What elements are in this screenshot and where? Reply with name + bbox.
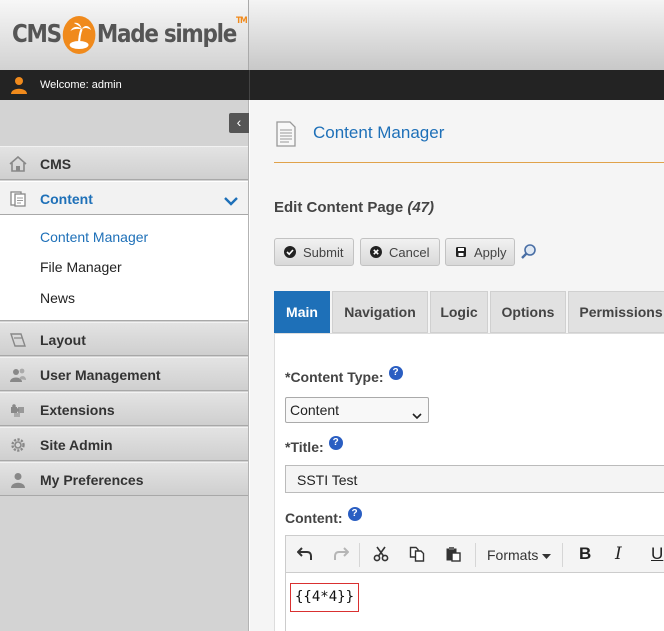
cancel-circle-icon: [370, 246, 382, 258]
submenu-item-content-manager[interactable]: Content Manager: [40, 229, 148, 245]
sidebar-item-extensions[interactable]: Extensions: [0, 392, 248, 426]
preview-search-icon[interactable]: [520, 243, 538, 266]
submit-label: Submit: [303, 244, 344, 260]
toolbar-separator: [562, 543, 563, 567]
edit-page-title: Edit Content Page (47): [274, 199, 434, 216]
sidebar-item-label: Extensions: [40, 402, 115, 418]
bold-button[interactable]: B: [579, 544, 591, 564]
formats-dropdown[interactable]: Formats: [487, 547, 552, 563]
paste-icon[interactable]: [444, 545, 462, 563]
sidebar-item-content[interactable]: Content: [0, 181, 248, 215]
users-icon: [9, 367, 27, 383]
content-id: (47): [407, 199, 435, 216]
sidebar-item-layout[interactable]: Layout: [0, 322, 248, 356]
redo-icon[interactable]: [332, 545, 350, 563]
tab-main[interactable]: Main: [274, 291, 330, 333]
sidebar-item-label: Layout: [40, 332, 86, 348]
content-label-text: Content:: [285, 510, 343, 526]
editor-body[interactable]: {{4*4}}: [286, 573, 664, 631]
island-icon: [62, 16, 96, 54]
submit-button[interactable]: Submit: [274, 238, 354, 266]
content-tabs: Main Navigation Logic Options Permission…: [274, 291, 664, 333]
user-icon: [10, 76, 28, 99]
puzzle-icon: [9, 402, 27, 418]
sidebar-item-label: User Management: [40, 367, 161, 383]
submenu-item-file-manager[interactable]: File Manager: [40, 259, 122, 275]
cancel-button[interactable]: Cancel: [360, 238, 440, 266]
title-input[interactable]: SSTI Test: [285, 465, 664, 493]
cut-icon[interactable]: [372, 545, 390, 563]
sidebar-item-label: CMS: [40, 156, 72, 172]
editor-toolbar: Formats B I U: [286, 536, 664, 573]
main-content: Content Manager Edit Content Page (47) S…: [250, 100, 664, 631]
content-editor: Formats B I U {{4*4}}: [285, 535, 664, 631]
logo-text-right: Made simple: [96, 19, 237, 48]
tab-options[interactable]: Options: [490, 291, 566, 333]
welcome-bar: Welcome: admin: [0, 70, 664, 100]
content-submenu: Content Manager File Manager News: [0, 215, 248, 321]
save-icon: [455, 246, 467, 258]
user-icon: [9, 472, 27, 488]
edit-title-text: Edit Content Page: [274, 199, 404, 216]
tab-permissions[interactable]: Permissions: [568, 291, 664, 333]
sidebar-item-user-management[interactable]: User Management: [0, 357, 248, 391]
logo-area: CMS Made simpleTM: [0, 0, 249, 70]
tab-logic[interactable]: Logic: [430, 291, 488, 333]
logo-text-left: CMS: [12, 19, 62, 48]
sidebar-item-cms[interactable]: CMS: [0, 146, 248, 180]
help-icon[interactable]: ?: [328, 436, 343, 450]
sidebar-item-label: Content: [40, 191, 93, 207]
title-label-text: *Title:: [285, 439, 324, 455]
chevron-down-icon: [224, 193, 238, 211]
content-label: Content:?: [285, 507, 362, 526]
logo-text: CMS Made simpleTM: [12, 16, 248, 54]
check-circle-icon: [284, 246, 296, 258]
toolbar-separator: [475, 543, 476, 567]
trademark: TM: [236, 16, 248, 26]
welcome-text: Welcome: admin: [40, 79, 122, 91]
heading-divider: [274, 162, 664, 163]
tab-navigation[interactable]: Navigation: [332, 291, 428, 333]
apply-button[interactable]: Apply: [445, 238, 515, 266]
sidebar-item-label: Site Admin: [40, 437, 113, 453]
main-tab-panel: *Content Type:? Content *Title:? SSTI Te…: [274, 333, 664, 631]
sidebar-item-site-admin[interactable]: Site Admin: [0, 427, 248, 461]
copy-icon[interactable]: [408, 545, 426, 563]
content-type-label-text: *Content Type:: [285, 369, 384, 385]
content-type-label: *Content Type:?: [285, 366, 403, 385]
document-icon: [275, 121, 297, 152]
page-title: Content Manager: [313, 123, 445, 142]
caret-down-icon: [542, 554, 552, 559]
highlighted-template-expression: {{4*4}}: [290, 583, 360, 612]
cms-made-simple-logo[interactable]: CMS Made simpleTM: [12, 12, 285, 58]
formats-label: Formats: [487, 547, 539, 563]
chevron-down-icon: [412, 407, 422, 423]
sidebar-item-my-preferences[interactable]: My Preferences: [0, 462, 248, 496]
underline-button[interactable]: U: [651, 544, 663, 564]
undo-icon[interactable]: [296, 545, 314, 563]
cancel-label: Cancel: [389, 244, 430, 260]
header: CMS Made simpleTM: [0, 0, 664, 70]
help-icon[interactable]: ?: [388, 366, 403, 380]
submenu-item-news[interactable]: News: [40, 290, 75, 306]
content-type-select[interactable]: Content: [285, 397, 429, 423]
gear-icon: [9, 437, 27, 453]
help-icon[interactable]: ?: [347, 507, 362, 521]
home-icon: [9, 155, 27, 172]
apply-label: Apply: [474, 244, 507, 260]
sidebar-item-label: My Preferences: [40, 472, 144, 488]
content-icon: [9, 191, 27, 207]
sidebar: ‹ CMS Content Content Manager File Manag…: [0, 100, 249, 631]
content-type-value: Content: [290, 402, 340, 418]
title-label: *Title:?: [285, 436, 343, 455]
italic-button[interactable]: I: [615, 544, 622, 564]
welcome-divider: [249, 70, 250, 100]
collapse-sidebar-button[interactable]: ‹: [229, 113, 249, 133]
layout-icon: [9, 332, 27, 348]
toolbar-separator: [359, 543, 360, 567]
